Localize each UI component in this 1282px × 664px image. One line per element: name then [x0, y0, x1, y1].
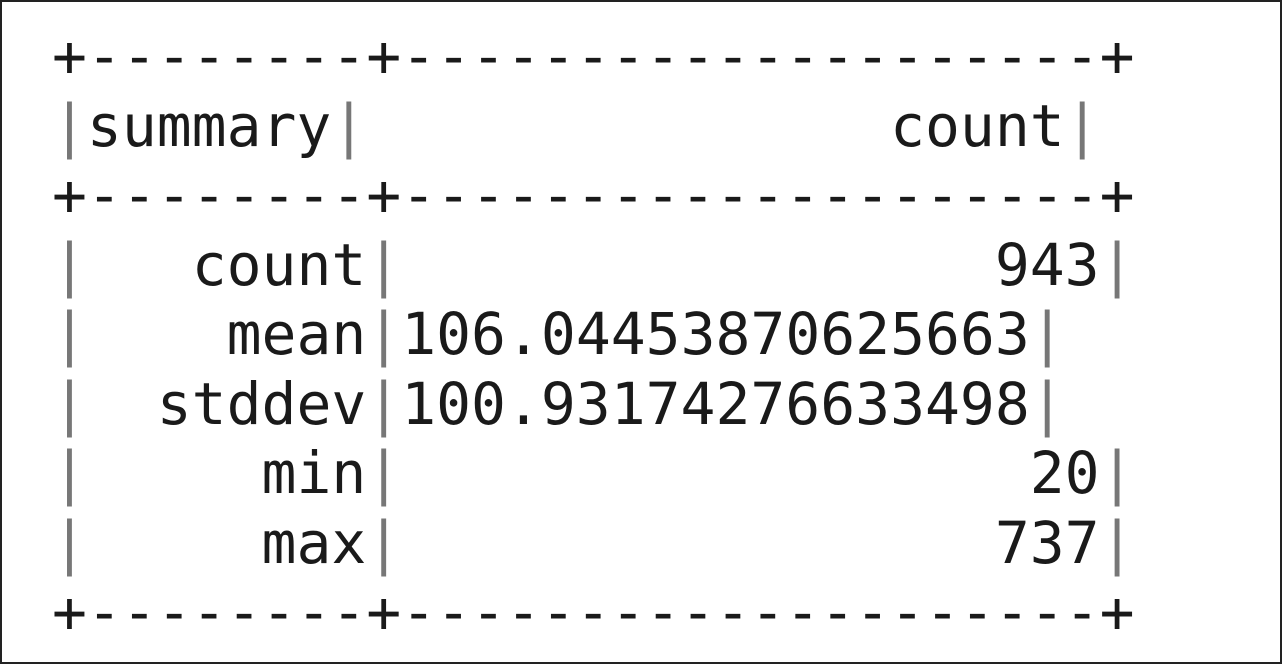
header-summary: summary [86, 91, 332, 160]
table-row: | max| 737| [52, 508, 1135, 577]
row-summary-max: max [261, 508, 367, 577]
table-row: | stddev|100.93174276633498| [52, 369, 1065, 438]
row-value-count: 943 [994, 230, 1100, 299]
row-summary-min: min [261, 439, 367, 507]
table-row: | count| 943| [52, 230, 1135, 299]
row-value-stddev: 100.93174276633498 [401, 369, 1030, 438]
table-border-top: +--------+--------------------+ [52, 22, 1135, 90]
header-count: count [890, 91, 1065, 160]
row-summary-mean: mean [226, 300, 367, 368]
row-value-mean: 106.04453870625663 [401, 300, 1030, 368]
row-value-min: 20 [1029, 439, 1100, 507]
console-output-frame: +--------+--------------------+ |summary|… [0, 0, 1282, 664]
table-border-mid: +--------+--------------------+ [52, 161, 1135, 229]
row-summary-stddev: stddev [156, 369, 367, 438]
table-row: | min| 20| [52, 439, 1135, 507]
table-row: | mean|106.04453870625663| [52, 300, 1065, 368]
table-border-bottom: +--------+--------------------+ [52, 578, 1135, 646]
table-header-row: |summary| count| [52, 91, 1100, 160]
row-summary-count: count [191, 230, 367, 299]
row-value-max: 737 [994, 508, 1100, 577]
describe-table: +--------+--------------------+ |summary|… [52, 22, 1135, 648]
